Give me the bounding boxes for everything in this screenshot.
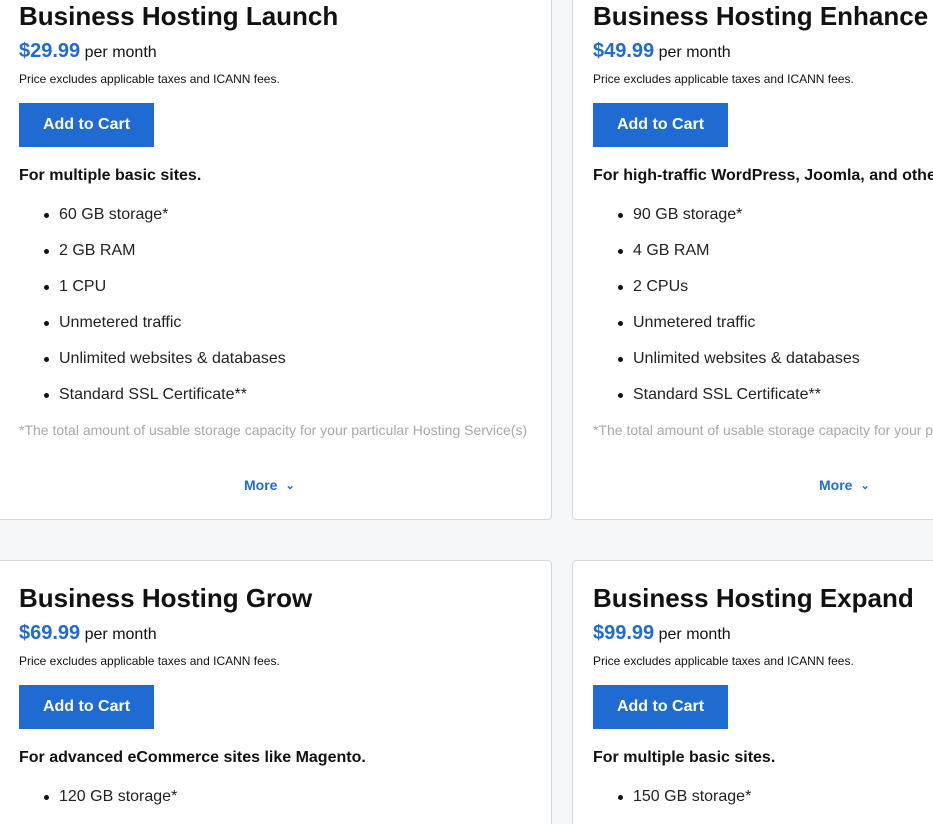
feature-text: 150 GB storage* [633,788,752,805]
feature-text: Standard SSL Certificate** [59,386,247,403]
plan-title: Business Hosting Enhance [593,1,929,31]
feature-item: Unlimited websites & databases [19,349,551,369]
feature-text: 2 GB RAM [59,242,136,259]
feature-item: 150 GB storage* [593,787,933,807]
feature-text: 1 CPU [59,278,107,295]
plan-title: Business Hosting Grow [19,583,313,613]
bullet-icon [44,357,49,362]
feature-item: Unlimited websites & databases [593,349,933,369]
plan-tagline: For high-traffic WordPress, Joomla, and … [593,167,933,184]
feature-item: Standard SSL Certificate** [593,385,933,405]
price-period: per month [658,626,731,643]
more-toggle[interactable]: More ⌄ [819,477,870,493]
more-label: More [819,477,853,493]
bullet-icon [618,393,623,398]
feature-text: Unmetered traffic [59,314,182,331]
plan-price: $29.99 [19,40,81,62]
bullet-icon [618,213,623,218]
price-disclaimer: Price excludes applicable taxes and ICAN… [593,654,854,668]
more-toggle[interactable]: More ⌄ [244,477,295,493]
bullet-icon [44,795,49,800]
add-to-cart-button[interactable]: Add to Cart [19,103,154,147]
price-disclaimer: Price excludes applicable taxes and ICAN… [19,72,280,86]
price-row: $69.99 per month [19,621,551,647]
plan-tagline: For advanced eCommerce sites like Magent… [19,749,366,766]
price-disclaimer: Price excludes applicable taxes and ICAN… [19,654,280,668]
add-to-cart-button[interactable]: Add to Cart [593,103,728,147]
feature-item: Unmetered traffic [593,313,933,333]
chevron-down-icon: ⌄ [860,480,870,492]
price-row: $29.99 per month [19,39,551,65]
feature-list: 150 GB storage* [593,787,933,807]
feature-list: 60 GB storage* 2 GB RAM 1 CPU Unmetered … [19,205,551,405]
feature-item: 90 GB storage* [593,205,933,225]
plan-card-grow: Business Hosting Grow $69.99 per month P… [0,560,552,824]
feature-text: Standard SSL Certificate** [633,386,821,403]
feature-text: 120 GB storage* [59,788,178,805]
bullet-icon [618,249,623,254]
plan-tagline: For multiple basic sites. [19,167,202,184]
price-disclaimer: Price excludes applicable taxes and ICAN… [593,72,854,86]
feature-item: 4 GB RAM [593,241,933,261]
price-row: $99.99 per month [593,621,933,647]
feature-text: 60 GB storage* [59,206,169,223]
feature-text: Unmetered traffic [633,314,756,331]
bullet-icon [44,213,49,218]
feature-item: 60 GB storage* [19,205,551,225]
feature-list: 120 GB storage* [19,787,551,807]
add-to-cart-button[interactable]: Add to Cart [19,685,154,729]
bullet-icon [618,321,623,326]
plan-price: $49.99 [593,40,655,62]
more-label: More [244,477,278,493]
plan-card-launch: Business Hosting Launch $29.99 per month… [0,0,552,520]
pricing-grid: Business Hosting Launch $29.99 per month… [0,0,933,824]
feature-item: 2 CPUs [593,277,933,297]
price-period: per month [84,626,157,643]
plan-tagline: For multiple basic sites. [593,749,776,766]
bullet-icon [44,285,49,290]
chevron-down-icon: ⌄ [285,480,295,492]
feature-text: Unlimited websites & databases [59,350,286,367]
feature-text: Unlimited websites & databases [633,350,860,367]
plan-title: Business Hosting Expand [593,583,914,613]
feature-item: 120 GB storage* [19,787,551,807]
plan-card-enhance: Business Hosting Enhance $49.99 per mont… [572,0,933,520]
storage-footnote: *The total amount of usable storage capa… [593,421,933,457]
feature-list: 90 GB storage* 4 GB RAM 2 CPUs Unmetered… [593,205,933,405]
feature-item: 1 CPU [19,277,551,297]
bullet-icon [618,357,623,362]
feature-item: Unmetered traffic [19,313,551,333]
feature-item: Standard SSL Certificate** [19,385,551,405]
plan-price: $99.99 [593,622,655,644]
add-to-cart-button[interactable]: Add to Cart [593,685,728,729]
feature-text: 4 GB RAM [633,242,710,259]
feature-text: 90 GB storage* [633,206,743,223]
feature-item: 2 GB RAM [19,241,551,261]
feature-text: 2 CPUs [633,278,689,295]
bullet-icon [44,393,49,398]
storage-footnote: *The total amount of usable storage capa… [19,421,551,457]
plan-title: Business Hosting Launch [19,1,339,31]
bullet-icon [44,321,49,326]
plan-card-expand: Business Hosting Expand $99.99 per month… [572,560,933,824]
price-row: $49.99 per month [593,39,933,65]
bullet-icon [44,249,49,254]
bullet-icon [618,795,623,800]
price-period: per month [658,44,731,61]
price-period: per month [84,44,157,61]
plan-price: $69.99 [19,622,81,644]
bullet-icon [618,285,623,290]
